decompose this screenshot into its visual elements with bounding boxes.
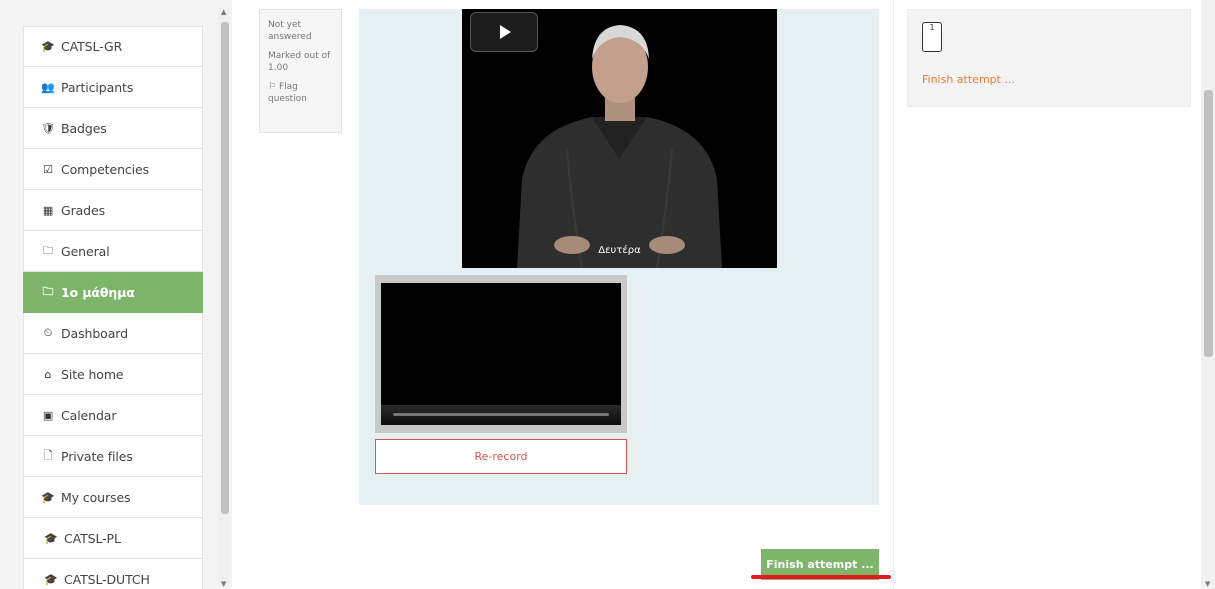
play-button[interactable] [470, 12, 538, 52]
scroll-down-arrow-icon[interactable]: ▼ [221, 580, 226, 588]
recorder-controls[interactable] [381, 405, 621, 425]
sidebar-item-competencies[interactable]: ☑ Competencies [23, 149, 203, 190]
sidebar-item-label: CATSL-GR [61, 39, 123, 54]
sidebar-item-site-home[interactable]: ⌂ Site home [23, 354, 203, 395]
question-grade: Marked out of 1.00 [268, 51, 331, 73]
graduation-cap-icon: 🎓 [41, 490, 55, 504]
quiz-navigation-block: 1 Finish attempt ... [907, 9, 1191, 107]
sidebar-item-label: CATSL-DUTCH [64, 571, 150, 587]
flag-icon: ⚐ [268, 82, 277, 92]
sidebar-item-general[interactable]: 🗀 General [23, 231, 203, 272]
sidebar-item-label: Calendar [61, 407, 117, 423]
finish-attempt-link[interactable]: Finish attempt ... [922, 73, 1015, 86]
sidebar-item-catsl-gr[interactable]: 🎓 CATSL-GR [23, 26, 203, 67]
sidebar-item-participants[interactable]: 👥 Participants [23, 67, 203, 108]
sidebar-nav: 🎓 CATSL-GR 👥 Participants 🛡 Badges ☑ Competenci… [23, 26, 203, 589]
sidebar-item-catsl-dutch[interactable]: 🎓 CATSL-DUTCH [23, 559, 203, 589]
sidebar-item-label: Grades [61, 202, 106, 218]
sidebar-item-catsl-pl[interactable]: 🎓 CATSL-PL [23, 518, 203, 559]
scroll-up-arrow-icon[interactable]: ▲ [221, 8, 226, 16]
sidebar-item-label: My courses [61, 489, 131, 505]
sidebar-item-grades[interactable]: ▦ Grades [23, 190, 203, 231]
recorder-screen [381, 283, 621, 405]
sidebar-item-dashboard[interactable]: ⏲ Dashboard [23, 313, 203, 354]
sidebar-item-label: Dashboard [61, 325, 128, 341]
question-1-nav-button[interactable]: 1 [922, 22, 942, 52]
graduation-cap-icon: 🎓 [44, 572, 58, 586]
play-icon [500, 25, 511, 39]
recorder-progress-bar[interactable] [393, 413, 609, 416]
sidebar-item-label: Badges [61, 120, 107, 136]
sidebar-item-label: 1ο μάθημα [61, 284, 135, 300]
checkbox-icon: ☑ [43, 162, 53, 176]
table-icon: ▦ [42, 203, 54, 217]
dashboard-icon: ⏲ [43, 326, 53, 339]
rerecord-button[interactable]: Re-record [375, 439, 627, 474]
sidebar-scrollbar-thumb[interactable] [221, 22, 229, 514]
question-info-panel: Not yet answered Marked out of 1.00 ⚐ Fl… [259, 9, 342, 133]
flag-question-link[interactable]: ⚐ Flag question [268, 81, 333, 105]
page-scroll-down-arrow-icon[interactable]: ▼ [1205, 580, 1210, 588]
badge-icon: 🛡 [41, 121, 55, 135]
sidebar-item-label: Competencies [61, 161, 150, 177]
sidebar-item-my-courses[interactable]: 🎓 My courses [23, 477, 203, 518]
column-divider [893, 0, 894, 589]
sidebar: 🎓 CATSL-GR 👥 Participants 🛡 Badges ☑ Competenci… [0, 0, 232, 589]
calendar-icon: ▣ [42, 408, 54, 422]
sidebar-item-label: Private files [61, 448, 133, 464]
sidebar-item-private-files[interactable]: 🗋 Private files [23, 436, 203, 477]
highlight-underline [751, 575, 891, 579]
sidebar-item-label: General [61, 243, 110, 259]
sidebar-item-badges[interactable]: 🛡 Badges [23, 108, 203, 149]
folder-icon: 🗀 [42, 284, 54, 298]
graduation-cap-icon: 🎓 [44, 531, 58, 545]
sign-language-video[interactable]: Δευτέρα [462, 9, 777, 268]
video-recorder[interactable] [375, 275, 627, 433]
sidebar-item-calendar[interactable]: ▣ Calendar [23, 395, 203, 436]
page-scrollbar-thumb[interactable] [1204, 90, 1213, 357]
video-caption: Δευτέρα [598, 245, 641, 256]
home-icon: ⌂ [44, 367, 52, 381]
sidebar-item-label: CATSL-PL [64, 530, 121, 546]
users-icon: 👥 [41, 80, 55, 94]
question-state: Not yet answered [268, 20, 312, 42]
graduation-cap-icon: 🎓 [41, 40, 55, 53]
folder-icon: 🗀 [42, 243, 54, 257]
sidebar-item-1ο-μάθημα[interactable]: 🗀 1ο μάθημα [23, 272, 203, 313]
file-icon: 🗋 [43, 448, 53, 462]
sidebar-item-label: Participants [61, 79, 134, 95]
sidebar-item-label: Site home [61, 366, 124, 382]
